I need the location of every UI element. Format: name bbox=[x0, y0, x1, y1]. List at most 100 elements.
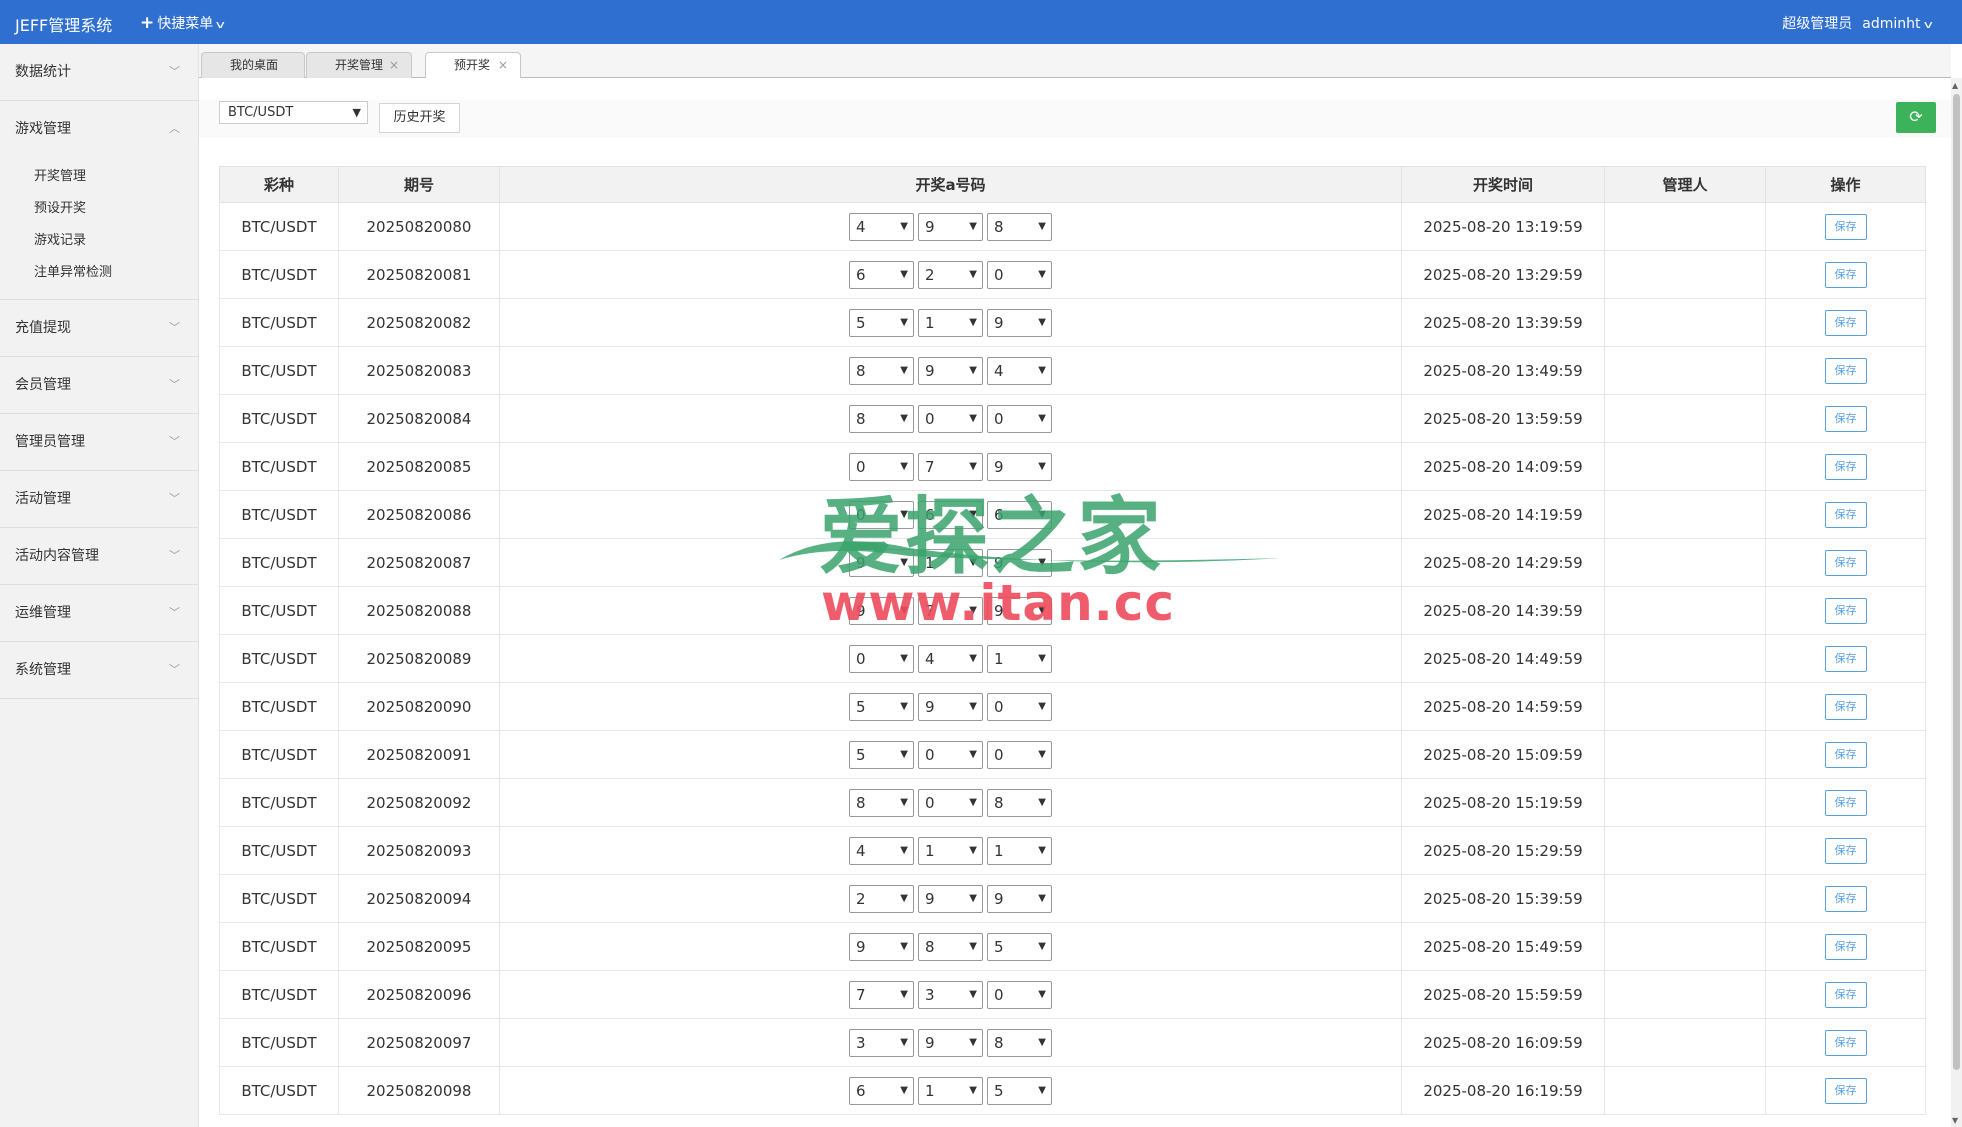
save-button[interactable]: 保存 bbox=[1824, 453, 1867, 480]
save-button[interactable]: 保存 bbox=[1824, 933, 1867, 960]
sidebar-item[interactable]: 预设开奖 bbox=[0, 193, 198, 225]
number-select[interactable]: 4 ▼ bbox=[987, 356, 1052, 385]
number-select[interactable]: 1 ▼ bbox=[987, 836, 1052, 865]
number-select[interactable]: 1 ▼ bbox=[918, 548, 983, 577]
number-select[interactable]: 8 ▼ bbox=[849, 404, 914, 433]
save-button[interactable]: 保存 bbox=[1824, 741, 1867, 768]
sidebar-group-header[interactable]: 活动管理 ﹀ bbox=[0, 471, 198, 527]
number-select[interactable]: 9 ▼ bbox=[987, 884, 1052, 913]
sidebar-item[interactable]: 游戏记录 bbox=[0, 225, 198, 257]
scrollbar-thumb[interactable] bbox=[1953, 94, 1960, 1070]
sidebar-group-header[interactable]: 游戏管理 ︿ bbox=[0, 101, 198, 157]
number-select[interactable]: 9 ▼ bbox=[849, 548, 914, 577]
number-select[interactable]: 9 ▼ bbox=[918, 884, 983, 913]
number-select[interactable]: 1 ▼ bbox=[987, 644, 1052, 673]
tab-item[interactable]: 我的桌面 bbox=[201, 52, 305, 79]
number-select[interactable]: 9 ▼ bbox=[987, 548, 1052, 577]
number-select[interactable]: 9 ▼ bbox=[849, 596, 914, 625]
number-select[interactable]: 5 ▼ bbox=[849, 692, 914, 721]
number-select[interactable]: 0 ▼ bbox=[987, 740, 1052, 769]
number-select[interactable]: 0 ▼ bbox=[987, 692, 1052, 721]
number-select[interactable]: 9 ▼ bbox=[918, 212, 983, 241]
vertical-scrollbar[interactable]: ▲ ▼ bbox=[1951, 78, 1962, 1127]
sidebar-group-header[interactable]: 运维管理 ﹀ bbox=[0, 585, 198, 641]
number-select[interactable]: 0 ▼ bbox=[918, 404, 983, 433]
save-button[interactable]: 保存 bbox=[1824, 501, 1867, 528]
number-select[interactable]: 7 ▼ bbox=[918, 596, 983, 625]
save-button[interactable]: 保存 bbox=[1824, 837, 1867, 864]
number-select[interactable]: 6 ▼ bbox=[918, 500, 983, 529]
number-select[interactable]: 9 ▼ bbox=[918, 356, 983, 385]
number-select[interactable]: 2 ▼ bbox=[849, 884, 914, 913]
save-button[interactable]: 保存 bbox=[1824, 789, 1867, 816]
close-icon[interactable]: × bbox=[389, 53, 399, 78]
number-select[interactable]: 9 ▼ bbox=[918, 692, 983, 721]
number-select[interactable]: 1 ▼ bbox=[918, 308, 983, 337]
tab-item[interactable]: 预开奖 × bbox=[425, 52, 521, 80]
number-select[interactable]: 7 ▼ bbox=[849, 980, 914, 1009]
sidebar-group-header[interactable]: 会员管理 ﹀ bbox=[0, 357, 198, 413]
number-select[interactable]: 8 ▼ bbox=[849, 788, 914, 817]
number-select[interactable]: 8 ▼ bbox=[918, 932, 983, 961]
number-select[interactable]: 8 ▼ bbox=[849, 356, 914, 385]
save-button[interactable]: 保存 bbox=[1824, 981, 1867, 1008]
user-menu[interactable]: 超级管理员 adminht v bbox=[1782, 13, 1933, 33]
sidebar-group-header[interactable]: 系统管理 ﹀ bbox=[0, 642, 198, 698]
save-button[interactable]: 保存 bbox=[1824, 885, 1867, 912]
number-select[interactable]: 0 ▼ bbox=[918, 788, 983, 817]
save-button[interactable]: 保存 bbox=[1824, 357, 1867, 384]
number-select[interactable]: 5 ▼ bbox=[849, 740, 914, 769]
save-button[interactable]: 保存 bbox=[1824, 309, 1867, 336]
number-select[interactable]: 3 ▼ bbox=[849, 1028, 914, 1057]
number-select[interactable]: 2 ▼ bbox=[918, 260, 983, 289]
number-select[interactable]: 5 ▼ bbox=[987, 1076, 1052, 1105]
sidebar-item[interactable]: 注单异常检测 bbox=[0, 257, 198, 289]
refresh-button[interactable]: ⟳ bbox=[1896, 102, 1936, 133]
save-button[interactable]: 保存 bbox=[1824, 405, 1867, 432]
scroll-down-icon[interactable]: ▼ bbox=[1952, 1116, 1958, 1125]
number-select[interactable]: 6 ▼ bbox=[849, 1076, 914, 1105]
number-select[interactable]: 0 ▼ bbox=[987, 980, 1052, 1009]
number-select[interactable]: 8 ▼ bbox=[987, 788, 1052, 817]
number-select[interactable]: 9 ▼ bbox=[918, 1028, 983, 1057]
number-select[interactable]: 8 ▼ bbox=[987, 212, 1052, 241]
sidebar-group-header[interactable]: 充值提现 ﹀ bbox=[0, 300, 198, 356]
save-button[interactable]: 保存 bbox=[1824, 261, 1867, 288]
sidebar-group-header[interactable]: 数据统计 ﹀ bbox=[0, 44, 198, 100]
number-select[interactable]: 0 ▼ bbox=[849, 452, 914, 481]
history-draw-button[interactable]: 历史开奖 bbox=[379, 103, 460, 133]
number-select[interactable]: 0 ▼ bbox=[987, 260, 1052, 289]
number-select[interactable]: 6 ▼ bbox=[987, 500, 1052, 529]
number-select[interactable]: 4 ▼ bbox=[849, 212, 914, 241]
number-select[interactable]: 5 ▼ bbox=[987, 932, 1052, 961]
lottery-select[interactable]: BTC/USDT ▼ bbox=[219, 101, 368, 124]
number-select[interactable]: 0 ▼ bbox=[987, 404, 1052, 433]
number-select[interactable]: 3 ▼ bbox=[918, 980, 983, 1009]
number-select[interactable]: 0 ▼ bbox=[849, 644, 914, 673]
close-icon[interactable]: × bbox=[498, 53, 508, 78]
number-select[interactable]: 1 ▼ bbox=[918, 836, 983, 865]
sidebar-group-header[interactable]: 活动内容管理 ﹀ bbox=[0, 528, 198, 584]
save-button[interactable]: 保存 bbox=[1824, 693, 1867, 720]
number-select[interactable]: 0 ▼ bbox=[918, 740, 983, 769]
save-button[interactable]: 保存 bbox=[1824, 1077, 1867, 1104]
number-select[interactable]: 8 ▼ bbox=[987, 1028, 1052, 1057]
number-select[interactable]: 0 ▼ bbox=[849, 500, 914, 529]
number-select[interactable]: 7 ▼ bbox=[918, 452, 983, 481]
save-button[interactable]: 保存 bbox=[1824, 597, 1867, 624]
save-button[interactable]: 保存 bbox=[1824, 645, 1867, 672]
number-select[interactable]: 1 ▼ bbox=[918, 1076, 983, 1105]
number-select[interactable]: 4 ▼ bbox=[849, 836, 914, 865]
number-select[interactable]: 9 ▼ bbox=[849, 932, 914, 961]
number-select[interactable]: 9 ▼ bbox=[987, 596, 1052, 625]
tab-item[interactable]: 开奖管理 × bbox=[306, 52, 412, 79]
sidebar-item[interactable]: 开奖管理 bbox=[0, 161, 198, 193]
save-button[interactable]: 保存 bbox=[1824, 1029, 1867, 1056]
save-button[interactable]: 保存 bbox=[1824, 549, 1867, 576]
number-select[interactable]: 4 ▼ bbox=[918, 644, 983, 673]
number-select[interactable]: 6 ▼ bbox=[849, 260, 914, 289]
save-button[interactable]: 保存 bbox=[1824, 213, 1867, 240]
number-select[interactable]: 9 ▼ bbox=[987, 452, 1052, 481]
number-select[interactable]: 5 ▼ bbox=[849, 308, 914, 337]
number-select[interactable]: 9 ▼ bbox=[987, 308, 1052, 337]
